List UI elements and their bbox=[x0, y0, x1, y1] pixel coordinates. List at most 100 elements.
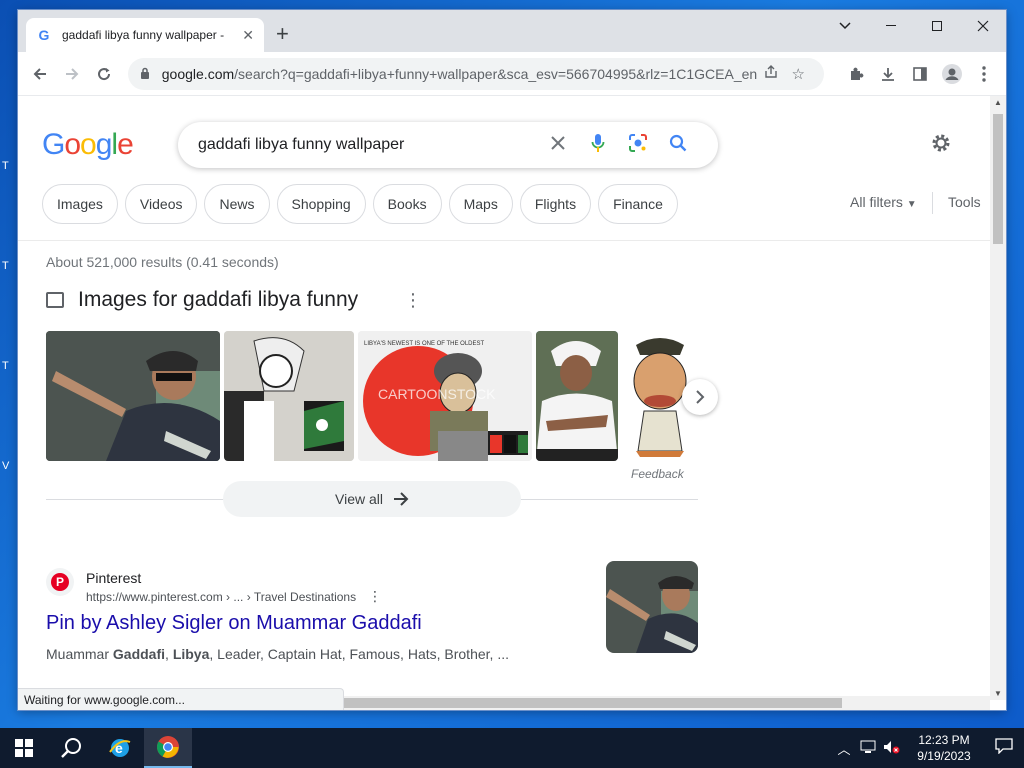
logo-letter: e bbox=[117, 128, 134, 161]
result-thumbnail[interactable] bbox=[606, 561, 698, 653]
image-thumbnail[interactable] bbox=[224, 331, 354, 461]
feedback-link[interactable]: Feedback bbox=[631, 467, 684, 481]
browser-toolbar: google.com/search?q=gaddafi+libya+funny+… bbox=[18, 52, 1006, 96]
chip-news[interactable]: News bbox=[204, 184, 270, 224]
taskbar: e ︿ 12:23 PM 9/19/2023 bbox=[0, 728, 1024, 768]
clock-date: 9/19/2023 bbox=[917, 749, 971, 763]
title-bar[interactable]: G gaddafi libya funny wallpaper - ✕ + bbox=[18, 10, 1006, 52]
desktop-icon-edge[interactable]: T bbox=[2, 360, 14, 372]
taskbar-clock[interactable]: 12:23 PM 9/19/2023 bbox=[904, 732, 984, 764]
chip-shopping[interactable]: Shopping bbox=[276, 184, 366, 224]
taskbar-chrome-button[interactable] bbox=[144, 728, 192, 768]
taskbar-ie-button[interactable]: e bbox=[96, 728, 144, 768]
pinterest-icon: P bbox=[51, 573, 69, 591]
chip-images[interactable]: Images bbox=[42, 184, 118, 224]
maximize-button[interactable] bbox=[914, 10, 960, 42]
image-thumbnail[interactable] bbox=[536, 331, 618, 461]
desktop-icon-edge[interactable]: T bbox=[2, 260, 14, 272]
clear-search-icon[interactable] bbox=[538, 135, 578, 156]
chevron-right-icon bbox=[696, 390, 705, 404]
scroll-up-icon[interactable]: ▲ bbox=[994, 98, 1002, 107]
desktop-icon-edge[interactable]: T bbox=[2, 160, 14, 172]
volume-muted-icon[interactable] bbox=[880, 740, 904, 757]
extensions-puzzle-icon[interactable] bbox=[840, 58, 872, 90]
search-results-page: Google gaddafi libya funny wallpaper Ima… bbox=[18, 96, 990, 710]
snippet-bold: Libya bbox=[172, 646, 210, 662]
share-icon[interactable] bbox=[757, 65, 785, 83]
logo-letter: g bbox=[95, 128, 113, 161]
chip-flights[interactable]: Flights bbox=[519, 184, 592, 224]
chip-books[interactable]: Books bbox=[372, 184, 442, 224]
chip-videos[interactable]: Videos bbox=[124, 184, 198, 224]
chevron-up-icon[interactable]: ︿ bbox=[832, 739, 856, 758]
lock-icon[interactable] bbox=[140, 67, 156, 82]
close-icon bbox=[977, 20, 989, 32]
chrome-window: G gaddafi libya funny wallpaper - ✕ + go… bbox=[18, 10, 1006, 710]
image-thumbnail[interactable]: LIBYA'S NEWEST IS ONE OF THE OLDEST CARTO… bbox=[358, 331, 532, 461]
snippet-bold: Gaddafi bbox=[112, 646, 166, 662]
taskbar-search-button[interactable] bbox=[48, 728, 96, 768]
google-logo[interactable]: Google bbox=[42, 128, 134, 162]
images-section-title[interactable]: Images for gaddafi libya funny bbox=[78, 288, 358, 312]
result-site-url[interactable]: https://www.pinterest.com › ... › Travel… bbox=[86, 590, 356, 604]
google-favicon-icon: G bbox=[38, 27, 50, 43]
tools-button[interactable]: Tools bbox=[948, 194, 981, 210]
snippet-text: Muammar bbox=[46, 646, 113, 662]
all-filters-dropdown[interactable]: All filters ▼ bbox=[850, 194, 917, 210]
tab-search-button[interactable] bbox=[822, 10, 868, 42]
scrollbar-thumb[interactable] bbox=[993, 114, 1003, 244]
start-button[interactable] bbox=[0, 728, 48, 768]
chrome-icon bbox=[157, 736, 179, 758]
thumbnail-caption: LIBYA'S NEWEST IS ONE OF THE OLDEST bbox=[364, 341, 485, 347]
snippet-text: , Leader, Captain Hat, Famous, Hats, Bro… bbox=[209, 646, 509, 662]
divider bbox=[18, 240, 990, 241]
network-icon[interactable] bbox=[856, 740, 880, 757]
result-title-link[interactable]: Pin by Ashley Sigler on Muammar Gaddafi bbox=[46, 612, 422, 635]
address-bar[interactable]: google.com/search?q=gaddafi+libya+funny+… bbox=[128, 58, 824, 90]
forward-button[interactable] bbox=[56, 58, 88, 90]
view-all-button[interactable]: View all bbox=[223, 481, 521, 517]
search-input[interactable]: gaddafi libya funny wallpaper bbox=[198, 136, 538, 154]
windows-logo-icon bbox=[15, 739, 33, 757]
new-tab-button[interactable]: + bbox=[276, 22, 289, 46]
close-window-button[interactable] bbox=[960, 10, 1006, 42]
close-tab-icon[interactable]: ✕ bbox=[242, 27, 254, 44]
chip-finance[interactable]: Finance bbox=[598, 184, 678, 224]
search-box[interactable]: gaddafi libya funny wallpaper bbox=[178, 122, 718, 168]
download-icon[interactable] bbox=[872, 58, 904, 90]
pinterest-favicon: P bbox=[46, 568, 74, 596]
all-filters-label: All filters bbox=[850, 194, 903, 210]
minimize-button[interactable] bbox=[868, 10, 914, 42]
search-icon[interactable] bbox=[658, 134, 698, 157]
google-lens-icon[interactable] bbox=[618, 133, 658, 158]
scrollbar-thumb[interactable] bbox=[344, 698, 842, 708]
bookmark-star-icon[interactable]: ☆ bbox=[784, 65, 812, 83]
profile-avatar-icon[interactable] bbox=[936, 58, 968, 90]
settings-gear-icon[interactable] bbox=[930, 132, 952, 160]
logo-letter: o bbox=[80, 128, 97, 161]
status-bar: Waiting for www.google.com... bbox=[18, 688, 344, 710]
vertical-scrollbar[interactable]: ▲ ▼ bbox=[990, 96, 1006, 700]
microphone-icon[interactable] bbox=[578, 133, 618, 158]
browser-tab[interactable]: G gaddafi libya funny wallpaper - ✕ bbox=[26, 18, 264, 52]
reload-button[interactable] bbox=[88, 58, 120, 90]
result-more-icon[interactable]: ⋮ bbox=[368, 588, 382, 605]
carousel-next-arrow[interactable] bbox=[682, 379, 718, 415]
more-options-icon[interactable]: ⋮ bbox=[404, 290, 422, 311]
arrow-right-icon bbox=[394, 492, 409, 506]
tab-title: gaddafi libya funny wallpaper - bbox=[62, 28, 225, 42]
scroll-down-icon[interactable]: ▼ bbox=[994, 689, 1002, 698]
image-thumbnail[interactable] bbox=[46, 331, 220, 461]
desktop-icon-edge[interactable]: V bbox=[2, 460, 14, 472]
menu-kebab-icon[interactable] bbox=[968, 58, 1000, 90]
chip-maps[interactable]: Maps bbox=[448, 184, 513, 224]
result-site-name[interactable]: Pinterest bbox=[86, 570, 141, 586]
search-icon bbox=[61, 738, 81, 758]
logo-letter: o bbox=[64, 128, 81, 161]
internet-explorer-icon: e bbox=[109, 739, 131, 757]
url-text[interactable]: google.com/search?q=gaddafi+libya+funny+… bbox=[162, 66, 757, 82]
thumbnail-watermark: CARTOONSTOCK bbox=[378, 386, 496, 402]
notifications-icon[interactable] bbox=[984, 737, 1024, 759]
side-panel-icon[interactable] bbox=[904, 58, 936, 90]
back-button[interactable] bbox=[24, 58, 56, 90]
